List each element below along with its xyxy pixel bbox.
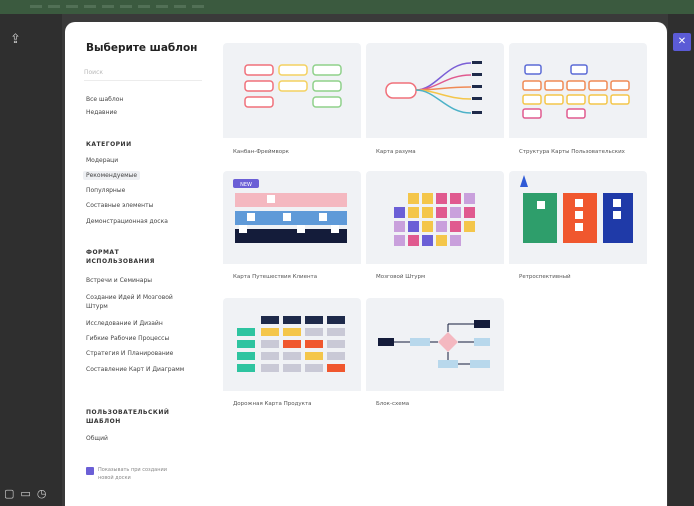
template-sidebar: Выберите шаблон Поиск Все шаблон Недавни… [65,22,215,506]
format-mapping[interactable]: Составление Карт И Диаграмм [86,365,186,374]
show-on-new-board-checkbox[interactable] [86,467,94,475]
search-input[interactable]: Поиск [84,66,202,81]
template-card-flowchart[interactable]: Блок-схема [366,298,504,418]
category-popular[interactable]: Популярные [86,187,125,194]
template-card-kanban[interactable]: Канбан-Фреймворк [223,43,361,163]
card-thumbnail [509,171,647,264]
timer-icon[interactable]: ◷ [37,487,47,500]
custom-shared[interactable]: Общий [86,435,108,442]
kanban-preview [244,64,342,108]
close-button[interactable]: ✕ [673,33,691,51]
card-thumbnail [366,298,504,391]
category-recommended-label: Рекомендуемые [83,171,141,180]
template-card-mindmap[interactable]: Карта разума [366,43,504,163]
card-thumbnail [223,298,361,391]
video-icon[interactable]: ▭ [20,487,30,500]
nav-recent[interactable]: Недавние [86,109,117,116]
template-card-retro[interactable]: Ретроспективный [509,171,647,291]
format-heading: ФОРМАТ ИСПОЛЬЗОВАНИЯ [86,249,155,265]
template-card-journey[interactable]: NEW Карта Путешествия Клиента [223,171,361,291]
card-thumbnail: NEW [223,171,361,264]
category-demo-board[interactable]: Демонстрационная доска [86,218,168,225]
card-label: Структура Карты Пользовательских [519,149,625,155]
app-topbar [0,0,694,14]
journey-preview: NEW [233,179,347,243]
flowchart-preview [378,320,490,368]
checkbox-label: Показывать при создании новой доски [98,467,168,481]
chat-icon[interactable]: ▢ [4,487,14,500]
category-components[interactable]: Составные элементы [86,202,153,209]
card-label: Мозговой Штурм [376,274,426,280]
format-agile[interactable]: Гибкие Рабочие Процессы [86,335,169,342]
brainstorm-preview [394,193,475,246]
mindmap-preview [385,61,482,114]
card-thumbnail [223,43,361,138]
card-label: Дорожная Карта Продукта [233,401,312,407]
custom-heading: ПОЛЬЗОВАТЕЛЬСКИЙ ШАБЛОН [86,409,170,425]
new-badge: NEW [240,182,252,188]
template-card-story-map[interactable]: Структура Карты Пользовательских [509,43,647,163]
categories-heading: КАТЕГОРИИ [86,141,132,148]
card-thumbnail [366,43,504,138]
category-recommended[interactable]: Рекомендуемые [83,171,141,180]
format-research[interactable]: Исследование И Дизайн [86,320,163,327]
nav-all-templates[interactable]: Все шаблон [86,96,123,103]
template-modal: Выберите шаблон Поиск Все шаблон Недавни… [65,22,667,506]
card-label: Карта разума [376,149,416,155]
card-label: Карта Путешествия Клиента [233,274,318,280]
template-card-roadmap[interactable]: Дорожная Карта Продукта [223,298,361,418]
category-moderation[interactable]: Модераци [86,157,118,164]
modal-title: Выберите шаблон [86,42,198,54]
topbar-decoration [30,5,210,8]
card-thumbnail [366,171,504,264]
template-card-brainstorm[interactable]: Мозговой Штурм [366,171,504,291]
card-label: Блок-схема [376,401,410,407]
right-toolbar [668,14,694,506]
card-thumbnail [509,43,647,138]
card-label: Канбан-Фреймворк [233,149,289,155]
format-ideas[interactable]: Создание Идей И Мозговой Штурм [86,293,196,311]
format-meetings[interactable]: Встречи и Семинары [86,277,152,284]
card-label: Ретроспективный [519,274,571,280]
format-strategy[interactable]: Стратегия И Планирование [86,350,173,357]
retro-preview [520,175,633,243]
roadmap-preview [237,316,345,372]
bottom-tools: ▢ ▭ ◷ [4,487,46,500]
story-map-preview [522,64,630,119]
upload-icon[interactable]: ⇪ [10,32,21,47]
left-toolbar [0,14,62,506]
